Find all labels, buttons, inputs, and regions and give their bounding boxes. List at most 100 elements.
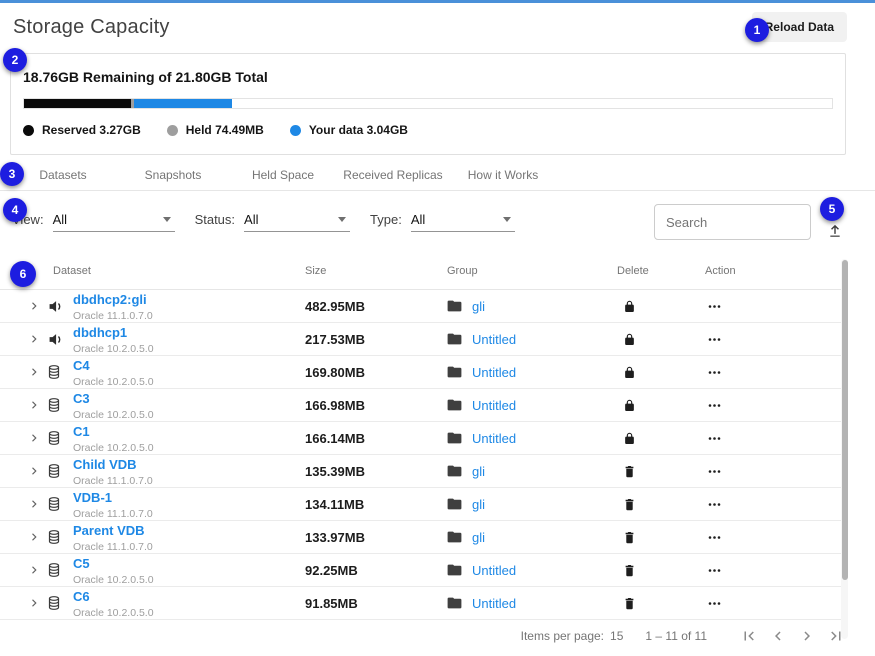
type-filter-select[interactable]: All — [411, 212, 515, 232]
expand-row-chevron-icon[interactable] — [28, 597, 48, 609]
chevron-left-icon — [769, 627, 787, 645]
dataset-size: 91.85MB — [305, 596, 447, 611]
status-filter-value: All — [244, 212, 258, 227]
table-scrollbar-thumb[interactable] — [842, 260, 848, 580]
annotation-badge-5: 5 — [820, 197, 844, 221]
dataset-name-link[interactable]: C6 — [73, 589, 90, 604]
lock-icon[interactable] — [617, 399, 705, 412]
view-filter: View: All — [12, 212, 175, 232]
type-filter-label: Type: — [370, 212, 402, 227]
folder-icon — [447, 300, 462, 312]
expand-row-chevron-icon[interactable] — [28, 498, 48, 510]
expand-row-chevron-icon[interactable] — [28, 366, 48, 378]
row-actions-menu[interactable] — [705, 568, 842, 573]
items-per-page-value[interactable]: 15 — [610, 629, 623, 643]
expand-row-chevron-icon[interactable] — [28, 432, 48, 444]
row-actions-menu[interactable] — [705, 502, 842, 507]
dataset-name-link[interactable]: VDB-1 — [73, 490, 112, 505]
dataset-name-link[interactable]: C3 — [73, 391, 90, 406]
tab-how-it-works[interactable]: How it Works — [448, 168, 558, 182]
delete-trash-icon[interactable] — [617, 564, 705, 577]
delete-trash-icon[interactable] — [617, 465, 705, 478]
held-color-dot-icon — [167, 125, 178, 136]
tab-snapshots[interactable]: Snapshots — [118, 168, 228, 182]
first-page-icon — [740, 627, 758, 645]
status-filter: Status: All — [195, 212, 350, 232]
search-input[interactable] — [654, 204, 811, 240]
row-actions-menu[interactable] — [705, 601, 842, 606]
row-actions-menu[interactable] — [705, 337, 842, 342]
row-actions-menu[interactable] — [705, 469, 842, 474]
dataset-name-link[interactable]: Parent VDB — [73, 523, 145, 538]
capacity-bar-segment — [134, 99, 233, 108]
dataset-name-link[interactable]: dbdhcp1 — [73, 325, 127, 340]
delete-trash-icon[interactable] — [617, 597, 705, 610]
expand-row-chevron-icon[interactable] — [28, 531, 48, 543]
status-filter-label: Status: — [195, 212, 235, 227]
chevron-right-icon — [798, 627, 816, 645]
group-link[interactable]: gli — [472, 464, 485, 479]
group-link[interactable]: Untitled — [472, 431, 516, 446]
lock-icon[interactable] — [617, 432, 705, 445]
dataset-size: 166.14MB — [305, 431, 447, 446]
expand-row-chevron-icon[interactable] — [28, 300, 48, 312]
pagination-bar: Items per page: 15 1 – 11 of 11 — [0, 620, 875, 652]
table-row: dbdhcp2:gliOracle 11.1.0.7.0482.95MBgli — [0, 290, 842, 323]
group-link[interactable]: Untitled — [472, 563, 516, 578]
expand-row-chevron-icon[interactable] — [28, 465, 48, 477]
dataset-name-link[interactable]: C4 — [73, 358, 90, 373]
dataset-size: 92.25MB — [305, 563, 447, 578]
row-actions-menu[interactable] — [705, 304, 842, 309]
first-page-button[interactable] — [740, 627, 758, 645]
capacity-summary-card: 18.76GB Remaining of 21.80GB Total Reser… — [10, 53, 846, 155]
dataset-name-link[interactable]: Child VDB — [73, 457, 137, 472]
lock-icon[interactable] — [617, 366, 705, 379]
tab-received-replicas[interactable]: Received Replicas — [338, 168, 448, 182]
dataset-name-link[interactable]: C5 — [73, 556, 90, 571]
folder-icon — [447, 432, 462, 444]
dataset-version: Oracle 11.1.0.7.0 — [73, 541, 305, 553]
previous-page-button[interactable] — [769, 627, 787, 645]
group-link[interactable]: Untitled — [472, 398, 516, 413]
table-scrollbar-track — [841, 259, 848, 639]
delete-trash-icon[interactable] — [617, 498, 705, 511]
next-page-button[interactable] — [798, 627, 816, 645]
folder-icon — [447, 366, 462, 378]
lock-icon[interactable] — [617, 333, 705, 346]
vdb-database-icon — [48, 398, 73, 412]
row-actions-menu[interactable] — [705, 436, 842, 441]
legend-value: 3.04GB — [367, 123, 408, 137]
group-link[interactable]: Untitled — [472, 332, 516, 347]
vdb-database-icon — [48, 596, 73, 610]
export-button[interactable] — [827, 222, 843, 239]
your-data-color-dot-icon — [290, 125, 301, 136]
group-link[interactable]: gli — [472, 299, 485, 314]
group-link[interactable]: Untitled — [472, 596, 516, 611]
dsource-icon — [48, 333, 73, 346]
dataset-name-link[interactable]: C1 — [73, 424, 90, 439]
vdb-database-icon — [48, 497, 73, 511]
vdb-database-icon — [48, 365, 73, 379]
group-link[interactable]: gli — [472, 497, 485, 512]
dataset-size: 217.53MB — [305, 332, 447, 347]
column-header-action: Action — [705, 265, 842, 277]
expand-row-chevron-icon[interactable] — [28, 333, 48, 345]
status-filter-select[interactable]: All — [244, 212, 350, 232]
view-filter-select[interactable]: All — [53, 212, 175, 232]
dataset-name-link[interactable]: dbdhcp2:gli — [73, 292, 147, 307]
group-link[interactable]: Untitled — [472, 365, 516, 380]
table-row: C5Oracle 10.2.0.5.092.25MBUntitled — [0, 554, 842, 587]
expand-row-chevron-icon[interactable] — [28, 399, 48, 411]
row-actions-menu[interactable] — [705, 370, 842, 375]
tab-held-space[interactable]: Held Space — [228, 168, 338, 182]
search-area — [654, 204, 843, 240]
row-actions-menu[interactable] — [705, 535, 842, 540]
row-actions-menu[interactable] — [705, 403, 842, 408]
group-link[interactable]: gli — [472, 530, 485, 545]
delete-trash-icon[interactable] — [617, 531, 705, 544]
lock-icon[interactable] — [617, 300, 705, 313]
legend-value: 3.27GB — [99, 123, 140, 137]
capacity-bar-segment — [24, 99, 131, 108]
expand-row-chevron-icon[interactable] — [28, 564, 48, 576]
tab-datasets[interactable]: Datasets — [8, 168, 118, 182]
